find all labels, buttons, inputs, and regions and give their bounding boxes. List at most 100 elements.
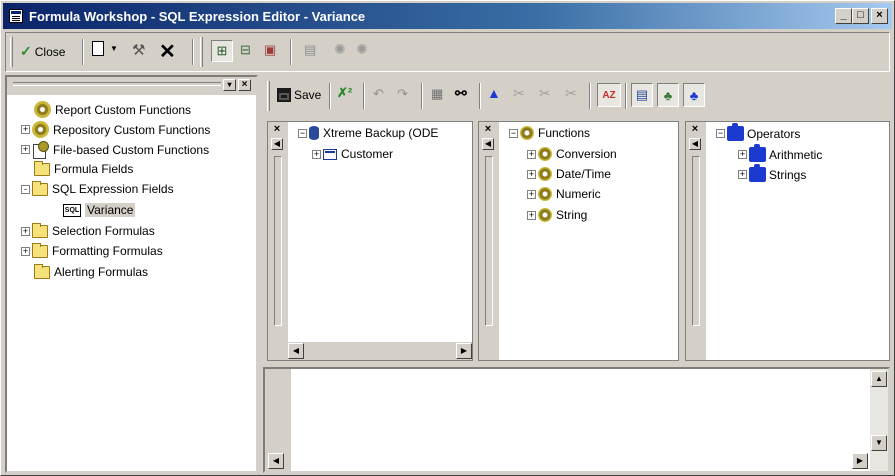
expand-icon[interactable]: + bbox=[527, 169, 536, 179]
expand-icon[interactable]: + bbox=[527, 210, 536, 220]
check-syntax-button[interactable]: ✗² bbox=[337, 85, 352, 101]
collapse-icon[interactable]: - bbox=[21, 184, 30, 194]
toggle-fields-tree-button[interactable]: ▤ bbox=[631, 83, 653, 107]
previous-bookmark-button[interactable]: ✂ bbox=[539, 85, 551, 102]
formula-text-editor[interactable]: ▲ ▼ ◀ ▶ bbox=[263, 367, 890, 473]
delete-button[interactable]: ✕ bbox=[159, 39, 176, 64]
chevron-down-icon[interactable]: ▼ bbox=[110, 44, 118, 53]
tree-item-formatting-formulas[interactable]: + Formatting Formulas bbox=[21, 242, 163, 258]
toggle-expression-button[interactable]: ⊟ bbox=[240, 42, 251, 58]
clear-bookmarks-button[interactable]: ✂ bbox=[565, 85, 577, 102]
check-icon: ✓ bbox=[20, 43, 32, 59]
scroll-right-button[interactable]: ▶ bbox=[456, 343, 472, 359]
redo-button[interactable]: ↷ bbox=[397, 86, 408, 102]
tree-grip[interactable] bbox=[13, 82, 221, 86]
scroll-up-button[interactable]: ▲ bbox=[871, 371, 887, 387]
properties-icon: ▤ bbox=[304, 42, 317, 57]
close-pane-icon[interactable]: × bbox=[482, 124, 494, 136]
tree-dropdown-button[interactable]: ▾ bbox=[223, 79, 236, 91]
close-pane-icon[interactable]: × bbox=[689, 124, 701, 136]
functions-item-string[interactable]: + String bbox=[527, 208, 587, 222]
functions-root[interactable]: − Functions bbox=[509, 126, 590, 140]
tree-item-alerting-formulas[interactable]: Alerting Formulas bbox=[21, 263, 149, 279]
tree-item-variance[interactable]: SQL Variance bbox=[63, 203, 136, 217]
toolbar-grip[interactable] bbox=[10, 37, 13, 67]
expand-icon[interactable]: + bbox=[738, 170, 747, 179]
vertical-scrollbar[interactable]: ▲ ▼ bbox=[870, 369, 888, 471]
find-button[interactable]: ⚯ bbox=[455, 85, 467, 102]
fields-item-customer[interactable]: + Customer bbox=[312, 147, 393, 161]
minimize-button[interactable]: _ bbox=[835, 8, 852, 24]
sort-button[interactable]: AZ bbox=[597, 83, 621, 107]
expand-icon[interactable]: + bbox=[21, 145, 30, 154]
functions-item-conversion[interactable]: + Conversion bbox=[527, 147, 617, 161]
fields-pane: × ◀ − Xtreme Backup (ODE + Customer ◀ ▶ bbox=[267, 121, 473, 361]
functions-item-label: Numeric bbox=[556, 187, 601, 201]
scroll-down-button[interactable]: ▼ bbox=[871, 435, 887, 451]
toggle-tree-button[interactable]: ⊞ bbox=[211, 40, 233, 62]
scroll-left-button[interactable]: ◀ bbox=[288, 343, 304, 359]
collapse-icon[interactable]: − bbox=[716, 129, 725, 138]
gear-icon: ✺ bbox=[334, 41, 346, 57]
properties-button[interactable]: ▤ bbox=[304, 42, 316, 58]
functions-item-datetime[interactable]: + Date/Time bbox=[527, 167, 611, 181]
gear-button[interactable]: ✺ bbox=[334, 41, 346, 58]
fields-root[interactable]: − Xtreme Backup (ODE bbox=[298, 126, 438, 140]
redo-icon: ↷ bbox=[397, 86, 408, 101]
expand-icon[interactable]: + bbox=[738, 150, 747, 159]
operators-item-arithmetic[interactable]: + Arithmetic bbox=[738, 144, 823, 162]
collapse-pane-button[interactable]: ◀ bbox=[689, 138, 701, 150]
tree-item-formula-fields[interactable]: Formula Fields bbox=[21, 160, 133, 176]
pane-grip[interactable] bbox=[692, 156, 700, 326]
tree-item-repository-custom-functions[interactable]: + Repository Custom Functions bbox=[21, 121, 210, 138]
functions-item-numeric[interactable]: + Numeric bbox=[527, 187, 601, 201]
next-bookmark-button[interactable]: ✂ bbox=[513, 85, 525, 102]
bookmark-button[interactable]: ▲ bbox=[487, 85, 501, 101]
collapse-pane-button[interactable]: ◀ bbox=[271, 138, 283, 150]
close-window-button[interactable]: × bbox=[871, 8, 888, 24]
browse-data-button[interactable]: ▦ bbox=[431, 86, 443, 102]
expand-icon[interactable]: + bbox=[527, 189, 536, 199]
pane-grip[interactable] bbox=[274, 156, 282, 326]
expand-icon[interactable]: + bbox=[21, 125, 30, 134]
close-pane-icon[interactable]: × bbox=[271, 124, 283, 136]
workshop-tree: ▾ × Report Custom Functions + Repository… bbox=[5, 75, 258, 473]
close-button[interactable]: ✓ Close bbox=[20, 43, 65, 60]
toolbar-grip[interactable] bbox=[267, 81, 270, 111]
gear-settings-button[interactable]: ✺ bbox=[356, 41, 368, 58]
wand-button[interactable]: ⚒ bbox=[132, 41, 145, 59]
toggle-operators-tree-button[interactable]: ♣ bbox=[683, 83, 705, 107]
toggle-functions-tree-button[interactable]: ♣ bbox=[657, 83, 679, 107]
tree-item-report-custom-functions[interactable]: Report Custom Functions bbox=[21, 101, 191, 118]
horizontal-scrollbar[interactable]: ◀ ▶ bbox=[288, 342, 472, 360]
scroll-right-button[interactable]: ▶ bbox=[852, 453, 868, 469]
operators-tree-icon: ♣ bbox=[689, 87, 699, 103]
functions-item-label: Date/Time bbox=[556, 167, 611, 181]
tree-item-file-based-custom-functions[interactable]: + File-based Custom Functions bbox=[21, 141, 209, 159]
toggle-editor-button[interactable]: ▣ bbox=[264, 42, 276, 58]
collapse-icon[interactable]: − bbox=[509, 128, 518, 138]
tree-item-label: Alerting Formulas bbox=[54, 265, 149, 279]
table-icon bbox=[323, 148, 337, 160]
maximize-button[interactable]: □ bbox=[852, 8, 869, 24]
tree-item-sql-expression-fields[interactable]: - SQL Expression Fields bbox=[21, 180, 174, 196]
new-button[interactable]: ▼ bbox=[92, 41, 118, 56]
tree-close-button[interactable]: × bbox=[238, 79, 251, 91]
expand-icon[interactable]: + bbox=[21, 226, 30, 236]
toolbar-grip[interactable] bbox=[200, 37, 203, 67]
operators-item-strings[interactable]: + Strings bbox=[738, 164, 806, 182]
undo-button[interactable]: ↶ bbox=[373, 86, 384, 102]
operators-root[interactable]: − Operators bbox=[716, 123, 800, 141]
pane-grip[interactable] bbox=[485, 156, 493, 326]
collapse-icon[interactable]: − bbox=[298, 128, 307, 138]
tree-item-selection-formulas[interactable]: + Selection Formulas bbox=[21, 222, 155, 238]
expand-icon[interactable]: + bbox=[21, 246, 30, 256]
scroll-left-button[interactable]: ◀ bbox=[268, 453, 284, 469]
collapse-pane-button[interactable]: ◀ bbox=[482, 138, 494, 150]
operators-item-label: Arithmetic bbox=[769, 147, 823, 162]
title-bar[interactable]: Formula Workshop - SQL Expression Editor… bbox=[3, 3, 892, 29]
sort-az-icon: AZ bbox=[602, 89, 616, 101]
expand-icon[interactable]: + bbox=[312, 149, 321, 159]
expand-icon[interactable]: + bbox=[527, 149, 536, 159]
save-button[interactable]: Save bbox=[277, 88, 321, 102]
